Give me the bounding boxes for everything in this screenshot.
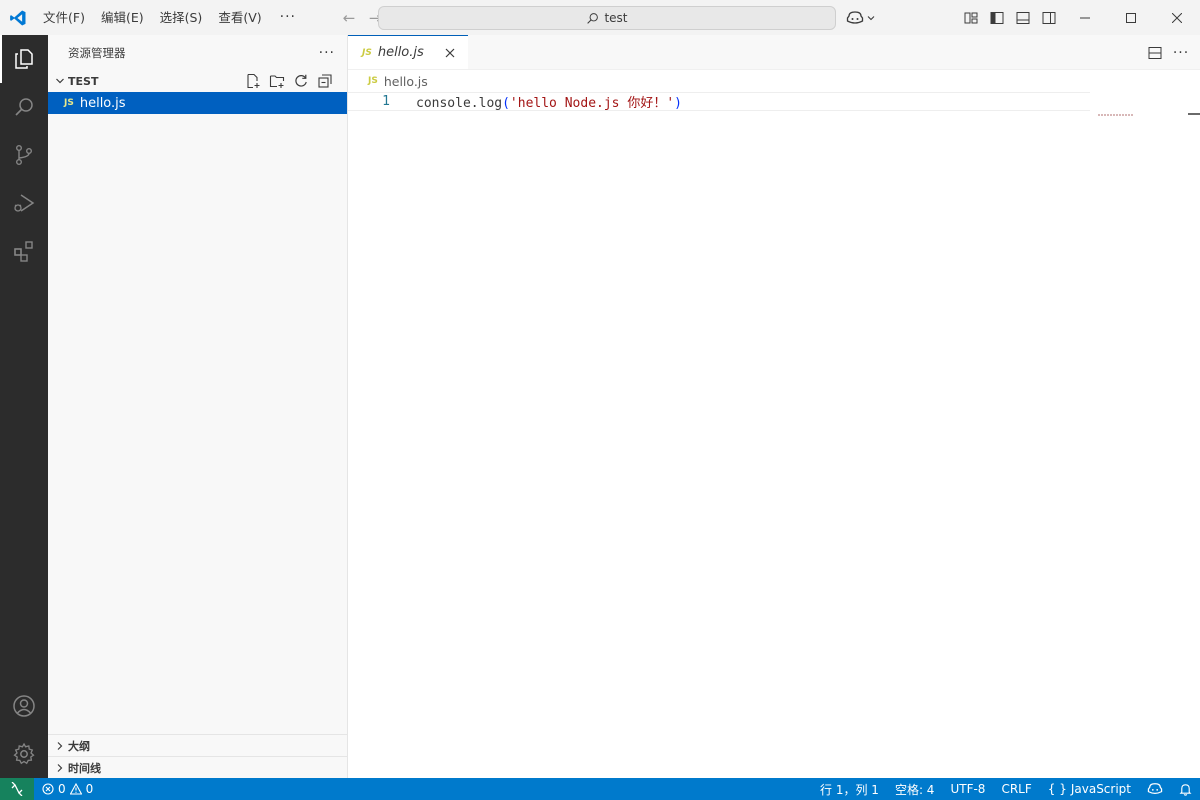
copilot-icon [846, 10, 864, 24]
warning-count: 0 [85, 782, 94, 796]
menu-edit[interactable]: 编辑(E) [93, 0, 152, 35]
javascript-file-icon: JS [368, 76, 378, 86]
customize-layout-icon[interactable] [958, 0, 984, 35]
code-token-paren: ) [674, 96, 682, 111]
editor-tabs: JS hello.js ··· [348, 35, 1200, 70]
menu-view[interactable]: 查看(V) [210, 0, 269, 35]
code-token-string: 'hello Node.js 你好！' [509, 96, 675, 111]
remote-indicator-icon[interactable] [0, 778, 34, 800]
language-mode[interactable]: { } JavaScript [1040, 782, 1139, 796]
chevron-right-icon [52, 741, 68, 751]
command-center-search[interactable]: test [378, 6, 836, 30]
status-bar: 0 0 行 1，列 1 空格: 4 UTF-8 CRLF { } JavaScri… [0, 778, 1200, 800]
source-control-icon[interactable] [0, 131, 48, 179]
code-token-function: console.log [416, 96, 503, 111]
sidebar-title: 资源管理器 [68, 45, 126, 60]
sidebar-more-button[interactable]: ··· [319, 45, 335, 61]
error-icon [42, 783, 54, 795]
warning-icon [69, 783, 82, 795]
back-arrow-icon[interactable]: ← [336, 0, 362, 35]
line-number: 1 [382, 94, 390, 109]
editor-area: JS hello.js ··· JS hello.js 1 console.lo… [348, 35, 1200, 778]
search-icon[interactable] [0, 83, 48, 131]
language-label: JavaScript [1070, 782, 1131, 796]
outline-label: 大纲 [68, 739, 90, 753]
braces-icon: { } [1047, 782, 1067, 796]
new-file-icon[interactable] [243, 71, 263, 91]
editor-more-button[interactable]: ··· [1172, 44, 1190, 62]
refresh-icon[interactable] [291, 71, 311, 91]
notifications-bell-icon[interactable] [1171, 783, 1200, 796]
menu-more-button[interactable]: ··· [270, 0, 306, 35]
breadcrumb[interactable]: JS hello.js [348, 70, 1200, 92]
split-editor-icon[interactable] [1146, 44, 1164, 62]
chevron-down-icon [867, 15, 875, 20]
explorer-sidebar: 资源管理器 ··· TEST JS hello.js 大纲 时间线 [48, 35, 348, 778]
cursor-position[interactable]: 行 1，列 1 [812, 781, 887, 798]
accounts-icon[interactable] [0, 682, 48, 730]
minimap[interactable] [1098, 114, 1134, 116]
file-item-hello-js[interactable]: JS hello.js [48, 92, 347, 114]
encoding[interactable]: UTF-8 [942, 782, 993, 796]
javascript-file-icon: JS [64, 98, 74, 108]
folder-name: TEST [68, 74, 99, 88]
error-count: 0 [58, 782, 66, 796]
menu-file[interactable]: 文件(F) [35, 0, 93, 35]
settings-gear-icon[interactable] [0, 730, 48, 778]
copilot-status-icon[interactable] [1139, 782, 1171, 796]
explorer-icon[interactable] [0, 35, 48, 83]
toggle-panel-icon[interactable] [1010, 0, 1036, 35]
code-token-paren: ( [502, 96, 510, 111]
toggle-primary-sidebar-icon[interactable] [984, 0, 1010, 35]
search-text: test [604, 11, 628, 25]
code-line[interactable]: 1 console.log('hello Node.js 你好！') [348, 92, 1090, 111]
close-window-icon[interactable] [1154, 0, 1200, 35]
tab-label: hello.js [377, 45, 424, 60]
maximize-icon[interactable] [1108, 0, 1154, 35]
indentation[interactable]: 空格: 4 [887, 781, 943, 798]
timeline-label: 时间线 [68, 761, 101, 775]
chevron-right-icon [52, 763, 68, 773]
collapse-all-icon[interactable] [315, 71, 335, 91]
activity-bar [0, 35, 48, 778]
run-debug-icon[interactable] [0, 179, 48, 227]
extensions-icon[interactable] [0, 227, 48, 275]
code-text[interactable]: console.log('hello Node.js 你好！') [416, 92, 682, 111]
minimize-icon[interactable] [1062, 0, 1108, 35]
line-ending[interactable]: CRLF [993, 782, 1039, 796]
title-bar: 文件(F) 编辑(E) 选择(S) 查看(V) ··· ← → test [0, 0, 1200, 35]
breadcrumb-file[interactable]: hello.js [384, 74, 428, 89]
copilot-button[interactable] [846, 0, 876, 35]
folder-section-header[interactable]: TEST [48, 70, 347, 92]
new-folder-icon[interactable] [267, 71, 287, 91]
outline-section-header[interactable]: 大纲 [48, 734, 347, 756]
timeline-section-header[interactable]: 时间线 [48, 756, 347, 778]
tab-hello-js[interactable]: JS hello.js [348, 35, 468, 69]
file-name: hello.js [79, 95, 126, 111]
menu-selection[interactable]: 选择(S) [152, 0, 211, 35]
search-icon [587, 12, 599, 24]
code-editor[interactable]: 1 console.log('hello Node.js 你好！') [348, 92, 1200, 692]
scrollbar-cursor-marker [1188, 113, 1200, 115]
problems-indicator[interactable]: 0 0 [34, 782, 101, 796]
javascript-file-icon: JS [362, 47, 372, 58]
close-icon[interactable] [442, 45, 458, 61]
vscode-logo-icon [0, 0, 35, 35]
chevron-down-icon [52, 76, 68, 86]
toggle-secondary-sidebar-icon[interactable] [1036, 0, 1062, 35]
